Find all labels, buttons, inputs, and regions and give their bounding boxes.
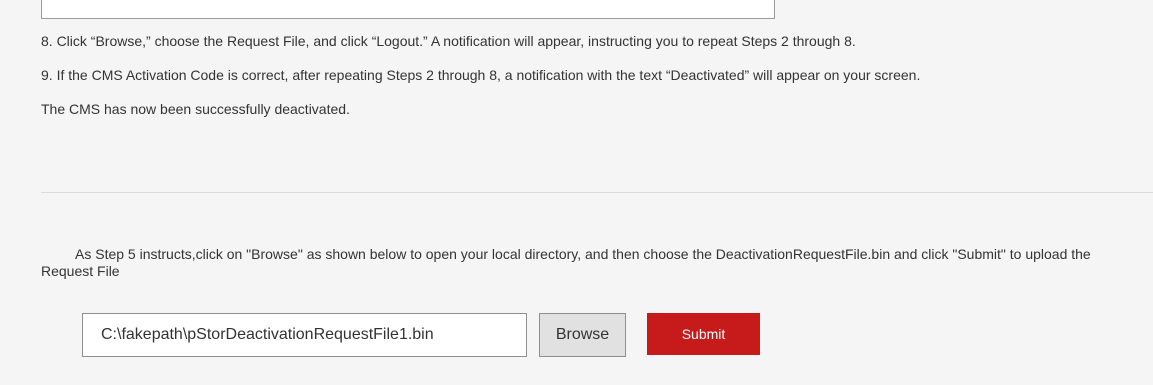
upload-instruction-text: As Step 5 instructs,click on "Browse" as… xyxy=(41,246,1091,279)
step-8-text: 8. Click “Browse,” choose the Request Fi… xyxy=(41,33,856,49)
step-9-text: 9. If the CMS Activation Code is correct… xyxy=(41,67,921,83)
file-path-input[interactable] xyxy=(82,313,527,357)
deactivation-conclusion-text: The CMS has now been successfully deacti… xyxy=(41,101,350,117)
submit-button[interactable]: Submit xyxy=(647,313,760,355)
browse-button[interactable]: Browse xyxy=(539,313,626,357)
section-divider xyxy=(41,192,1153,193)
previous-image-frame xyxy=(41,0,775,19)
